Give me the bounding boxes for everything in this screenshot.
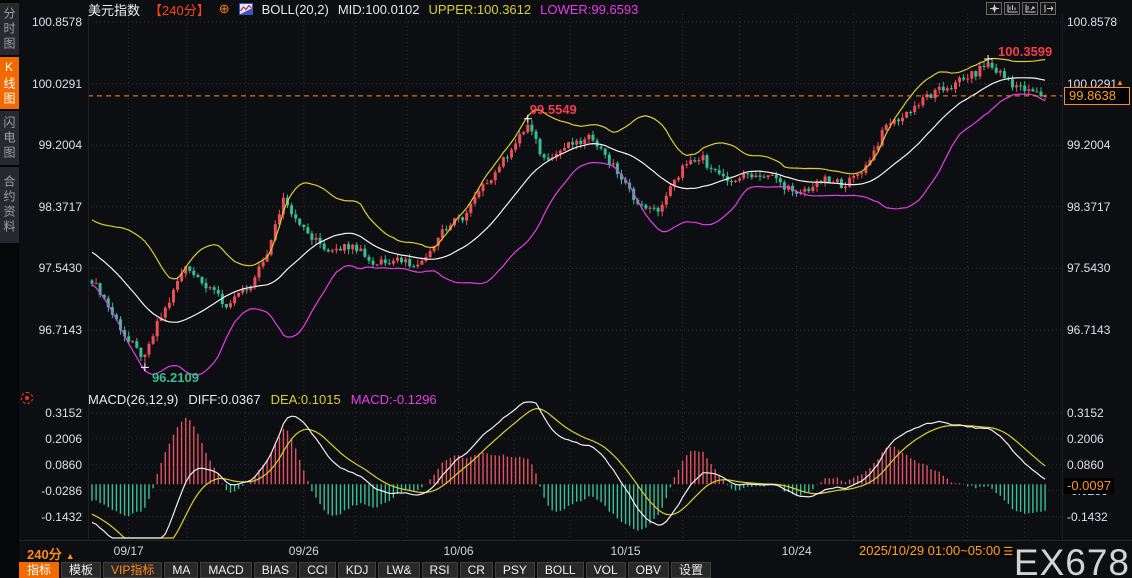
date-label: 10/15 — [610, 544, 641, 558]
axis-label: -0.1432 — [1067, 509, 1108, 524]
period-selector[interactable]: 240分 ▲ — [27, 544, 75, 563]
date-label: 09/17 — [113, 544, 144, 558]
axis-scale-right-icon[interactable] — [1022, 2, 1038, 15]
toolbar-button-设置[interactable]: 设置 — [670, 562, 711, 578]
current-price-box: 99.8638 — [1064, 86, 1130, 105]
toolbar-button-OBV[interactable]: OBV — [627, 562, 669, 578]
high-price-annotation: 100.3599 — [998, 44, 1053, 59]
watermark: EX678 — [1013, 542, 1130, 578]
period-text: 240分 — [27, 547, 62, 562]
candlestick-chart — [88, 14, 1062, 392]
macd-legend: MACD(26,12,9) DIFF:0.0367 DEA:0.1015 MAC… — [88, 392, 437, 407]
macd-params-label: MACD(26,12,9) — [88, 392, 179, 407]
boll-lower-value: LOWER:99.6593 — [540, 1, 639, 17]
pan-right-icon[interactable] — [1040, 2, 1056, 15]
sidebar-tab-4[interactable]: 合约资料 — [0, 167, 19, 243]
toolbar-button-RSI[interactable]: RSI — [421, 562, 458, 578]
macd-diff-value: DIFF:0.0367 — [188, 392, 261, 407]
axis-label: 0.3152 — [1067, 406, 1104, 420]
axis-label: 97.5430 — [1067, 261, 1111, 276]
trading-app-window: 分时图 K线图闪电图合约资料 美元指数 【240分】 ⊕ BOLL(20,2) M… — [0, 0, 1132, 578]
toolbar-button-MA[interactable]: MA — [164, 562, 199, 578]
boll-params-label: BOLL(20,2) — [261, 1, 329, 17]
axis-label: 99.2004 — [1067, 138, 1111, 153]
toolbar-button-指标[interactable]: 指标 — [19, 562, 60, 578]
chart-tools — [986, 2, 1056, 15]
axis-label: 0.0860 — [1067, 457, 1104, 472]
axis-label: 96.7143 — [1067, 322, 1111, 337]
left-sidebar: 分时图 K线图闪电图合约资料 — [0, 0, 19, 578]
pane-border — [1062, 14, 1063, 540]
macd-chart — [88, 400, 1062, 540]
price-up-arrow-icon: ▲ — [1116, 77, 1124, 87]
toolbar-button-BOLL[interactable]: BOLL — [536, 562, 584, 578]
low-price-annotation: 96.2109 — [151, 370, 199, 386]
menu-icon: ☰ — [1003, 546, 1014, 558]
toolbar-button-KDJ[interactable]: KDJ — [337, 562, 377, 578]
toolbar-button-模板[interactable]: 模板 — [61, 562, 102, 578]
boll-upper-value: UPPER:100.3612 — [428, 1, 532, 17]
toolbar-button-BIAS[interactable]: BIAS — [253, 562, 298, 578]
boll-mid-value: MID:100.0102 — [337, 1, 420, 17]
chart-header: 美元指数 【240分】 ⊕ BOLL(20,2) MID:100.0102 UP… — [88, 1, 639, 18]
period-label-header: 【240分】 — [149, 2, 210, 18]
pane-border — [88, 14, 89, 540]
period-triangle-icon: ▲ — [65, 551, 75, 561]
toolbar-button-VIP指标[interactable]: VIP指标 — [103, 562, 163, 578]
indicator-chart-icon[interactable] — [238, 3, 253, 15]
axis-label: 98.3717 — [1067, 199, 1111, 214]
axis-scale-left-icon[interactable] — [1004, 2, 1020, 15]
xaxis-separator — [19, 540, 1132, 541]
symbol-name: 美元指数 — [88, 2, 141, 18]
sidebar-tab-2[interactable]: K线图 — [0, 57, 19, 109]
macd-dea-value: DEA:0.1015 — [270, 392, 341, 407]
sidebar-tab-3[interactable]: 闪电图 — [0, 111, 19, 165]
toolbar-button-CCI[interactable]: CCI — [299, 562, 336, 578]
axis-label: 0.2006 — [1067, 431, 1104, 446]
indicator-toolbar: 指标 模板 VIP指标 MA MACD BIAS CCI KDJ LW& RSI CR PSY BOLL… — [19, 562, 711, 578]
toolbar-button-VOL[interactable]: VOL — [585, 562, 626, 578]
toolbar-button-PSY[interactable]: PSY — [494, 562, 535, 578]
swing-high-annotation: 99.5549 — [529, 101, 577, 117]
candlestick-pane[interactable]: 100.3599 99.5549 96.2109 — [88, 14, 1062, 392]
crosshair-icon[interactable] — [986, 2, 1002, 15]
sidebar-tab-1[interactable]: 分时图 — [0, 3, 19, 55]
date-label: 10/24 — [781, 544, 812, 558]
macd-pane[interactable] — [88, 400, 1062, 540]
macd-current-box: -0.0097 — [1064, 478, 1115, 495]
current-candle-time-text: 2025/10/29 01:00~05:00 — [859, 543, 1001, 558]
current-candle-time: 2025/10/29 01:00~05:00 ☰ — [856, 543, 1017, 558]
toolbar-button-MACD[interactable]: MACD — [200, 562, 252, 578]
axis-label: 100.8578 — [1067, 14, 1118, 29]
toolbar-button-LW&[interactable]: LW& — [378, 562, 420, 578]
alarm-icon[interactable] — [21, 392, 33, 404]
macd-bar-value: MACD:-0.1296 — [350, 392, 437, 407]
date-label: 09/26 — [288, 544, 319, 558]
add-compare-icon[interactable]: ⊕ — [219, 1, 230, 17]
date-label: 10/06 — [443, 544, 474, 558]
toolbar-button-CR[interactable]: CR — [459, 562, 493, 578]
